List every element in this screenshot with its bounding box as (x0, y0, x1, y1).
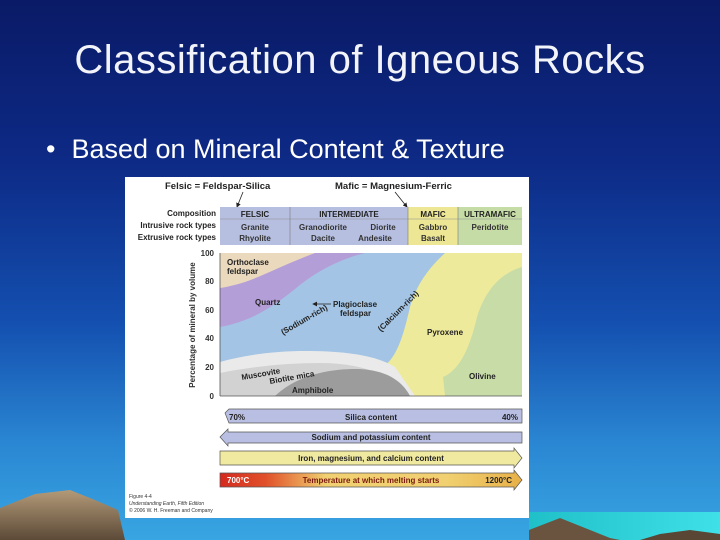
felsic-pointer-icon (236, 191, 244, 208)
rock-dacite: Dacite (311, 234, 336, 243)
igneous-classification-figure: Felsic = Feldspar-Silica Mafic = Magnesi… (125, 177, 529, 518)
rock-diorite: Diorite (370, 223, 396, 232)
silica-left-value: 70% (229, 413, 245, 422)
rock-granodiorite: Granodiorite (299, 223, 348, 232)
silica-label: Silica content (345, 413, 397, 422)
label-pyroxene: Pyroxene (427, 328, 464, 337)
credit-figure-number: Figure 4-4 (129, 494, 152, 500)
label-orthoclase-2: feldspar (227, 267, 258, 276)
credit-copyright: © 2006 W. H. Freeman and Company (129, 507, 213, 514)
column-intermediate: INTERMEDIATE (319, 210, 379, 219)
y-tick-80: 80 (205, 277, 214, 286)
y-axis-label: Percentage of mineral by volume (188, 262, 197, 388)
sodium-potassium-label: Sodium and potassium content (311, 433, 430, 442)
bullet-text: Based on Mineral Content & Texture (71, 134, 505, 164)
temperature-right-value: 1200°C (485, 476, 512, 485)
column-mafic: MAFIC (420, 210, 446, 219)
rock-granite: Granite (241, 223, 270, 232)
label-olivine: Olivine (469, 372, 496, 381)
label-quartz: Quartz (255, 298, 280, 307)
iron-magnesium-calcium-arrow: Iron, magnesium, and calcium content (219, 447, 523, 469)
rock-rhyolite: Rhyolite (239, 234, 271, 243)
temperature-arrow: 700°C Temperature at which melting start… (219, 469, 523, 491)
iron-magnesium-calcium-label: Iron, magnesium, and calcium content (298, 454, 444, 463)
label-plagioclase: Plagioclase (333, 300, 378, 309)
row-label-extrusive: Extrusive rock types (138, 233, 217, 242)
bullet-dot-icon: • (46, 134, 56, 164)
y-tick-40: 40 (205, 334, 214, 343)
y-tick-0: 0 (210, 392, 215, 401)
sodium-potassium-arrow: Sodium and potassium content (219, 428, 523, 447)
silica-right-value: 40% (502, 413, 518, 422)
column-ultramafic: ULTRAMAFIC (464, 210, 516, 219)
rock-andesite: Andesite (358, 234, 392, 243)
label-amphibole: Amphibole (292, 386, 334, 395)
row-label-composition: Composition (167, 209, 216, 218)
rock-gabbro: Gabbro (419, 223, 448, 232)
y-tick-60: 60 (205, 306, 214, 315)
row-label-intrusive: Intrusive rock types (140, 221, 216, 230)
label-plagioclase-2: feldspar (340, 309, 371, 318)
slide-title: Classification of Igneous Rocks (74, 38, 646, 82)
temperature-label: Temperature at which melting starts (303, 476, 440, 485)
mafic-pointer-icon (394, 191, 408, 208)
y-tick-20: 20 (205, 363, 214, 372)
silica-arrow: 70% Silica content 40% (224, 408, 523, 424)
felsic-definition: Felsic = Feldspar-Silica (165, 181, 271, 192)
label-orthoclase: Orthoclase (227, 258, 269, 267)
rock-peridotite: Peridotite (472, 223, 509, 232)
column-felsic: FELSIC (241, 210, 270, 219)
rock-basalt: Basalt (421, 234, 445, 243)
bullet-item: • Based on Mineral Content & Texture (46, 134, 505, 165)
y-tick-100: 100 (201, 249, 215, 258)
credit-book-title: Understanding Earth, Fifth Edition (129, 501, 204, 507)
figure-svg: Felsic = Feldspar-Silica Mafic = Magnesi… (129, 181, 523, 514)
mafic-definition: Mafic = Magnesium-Ferric (335, 181, 452, 192)
temperature-left-value: 700°C (227, 476, 250, 485)
